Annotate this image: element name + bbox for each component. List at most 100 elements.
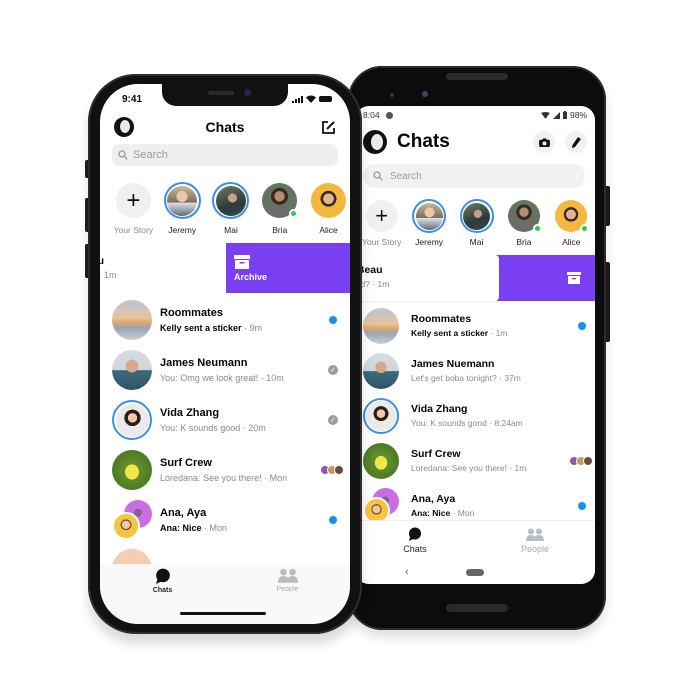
battery-percent: 98% [569,110,587,120]
camera-button[interactable] [533,131,555,153]
earpiece [446,73,508,80]
chat-row-surf-crew[interactable]: Surf Crew Loredana: See you there! · 1m [355,438,595,483]
nav-home-pill[interactable] [466,568,484,576]
avatar [366,400,396,431]
android-phone: 8:04 98% Chats Search + Your Story Jerem… [348,66,610,630]
chat-preview: See you there! [203,473,262,483]
stories-row: + Your Story Jeremy Mai Bria Alice [100,166,350,235]
avatar [115,403,149,437]
story-label: Alice [319,225,338,235]
messenger-notification-icon [385,111,393,119]
status-time: 8:04 [363,110,380,120]
chat-row-surf-crew[interactable]: Surf Crew Loredana: See you there! · Mon [100,445,350,495]
compose-button[interactable] [565,131,587,153]
chat-bubble-icon [409,527,421,541]
story-jeremy[interactable]: Jeremy [405,199,452,247]
tab-chats[interactable]: Chats [355,521,475,560]
profile-avatar[interactable] [114,117,134,137]
nav-back-icon[interactable]: ‹ [405,566,409,578]
chat-preview: Nice [432,508,451,518]
chat-row-vida[interactable]: Vida Zhang You: K sounds good · 20m ✓ [100,395,350,445]
battery-icon [562,111,567,119]
chat-time: 1m [495,328,508,338]
front-camera [422,91,428,97]
volume-up-button [85,198,88,232]
chat-name: James Nuemann [411,358,495,370]
signal-icon [292,95,303,103]
chat-row-roommates[interactable]: Roommates Kelly sent a sticker · 9m [100,295,350,345]
search-placeholder: Search [390,170,422,182]
seen-by-avatars [568,455,593,466]
search-icon [118,150,128,160]
story-your-story[interactable]: + Your Story [112,182,155,235]
chat-name: Surf Crew [411,448,461,460]
power-button [606,186,610,226]
chat-preview: K sounds good [180,423,241,433]
avatar [112,300,152,340]
story-mai[interactable]: Mai [453,199,500,247]
pencil-icon [571,136,581,148]
system-nav-bar: ‹ [355,560,595,584]
search-input[interactable]: Search [363,164,585,188]
swiped-chat-row[interactable]: eau d? · 1m Archive [100,243,350,293]
chat-row-roommates[interactable]: Roommates Kelly sent a sticker · 1m [355,303,595,348]
archive-action[interactable]: Archive [226,243,350,293]
story-alice[interactable]: Alice [307,182,350,235]
chat-bubble-icon [155,568,170,584]
avatar [112,450,152,490]
chat-name: Roommates [160,307,223,319]
compose-icon[interactable] [321,120,336,135]
chat-preview: Kelly sent a sticker [411,328,489,338]
story-label: Your Story [362,237,402,247]
story-bria[interactable]: Bria [500,199,547,247]
tab-label: Chats [152,587,173,594]
unread-indicator [329,516,337,524]
tab-label: People [520,543,550,554]
sensor [390,93,394,97]
chat-row-partial-hidden[interactable] [100,545,350,565]
story-your-story[interactable]: + Your Story [358,199,405,247]
archive-action[interactable] [495,255,595,301]
online-indicator [532,224,542,233]
header: Chats [100,110,350,144]
avatar [215,185,246,216]
home-indicator[interactable] [180,612,266,615]
chat-row-ana-aya[interactable]: Ana, Aya Ana: Nice · Mon [100,495,350,545]
chat-row-james[interactable]: James Neumann You: Omg we look great! · … [100,345,350,395]
story-label: Jeremy [168,225,197,235]
android-screen: 8:04 98% Chats Search + Your Story Jerem… [355,106,595,584]
chat-row-vida[interactable]: Vida Zhang You: K sounds good · 8:24am [355,393,595,438]
story-bria[interactable]: Bria [258,182,301,235]
unread-indicator [329,316,337,324]
status-bar: 8:04 98% [355,106,595,124]
chat-list: Roommates Kelly sent a sticker · 1m Jame… [355,303,595,528]
online-indicator [289,209,299,218]
search-input[interactable]: Search [112,144,338,166]
stories-row: + Your Story Jeremy Mai Bria Alice [355,188,595,247]
story-jeremy[interactable]: Jeremy [161,182,204,235]
chat-time: 1m [514,463,527,473]
chat-preview: Kelly sent a sticker [160,323,242,333]
swiped-chat-row[interactable]: eBeau ood? · 1m [355,255,595,301]
avatar [112,350,152,390]
profile-avatar[interactable] [363,130,387,154]
tab-people[interactable]: People [475,521,595,560]
story-label: Bria [516,237,532,247]
chat-list: Roommates Kelly sent a sticker · 9m Jame… [100,295,350,565]
header: Chats [355,124,595,160]
chat-sender: Loredana: [160,473,201,483]
chat-time: 20m [248,423,266,433]
tab-people[interactable]: People [225,568,350,624]
chat-name: Ana, Aya [160,507,207,519]
chat-sender: Ana: [411,508,430,518]
unread-indicator [578,501,586,510]
story-mai[interactable]: Mai [210,182,253,235]
tab-chats[interactable]: Chats [100,568,225,624]
sent-check-icon: ✓ [328,365,338,375]
chat-sender: You: [411,418,428,428]
chat-name: Vida Zhang [411,403,468,415]
avatar [463,202,491,230]
story-alice[interactable]: Alice [548,199,595,247]
chat-preview: ood? · 1m [355,279,390,289]
chat-row-james[interactable]: James Nuemann Let's get boba tonight? · … [355,348,595,393]
